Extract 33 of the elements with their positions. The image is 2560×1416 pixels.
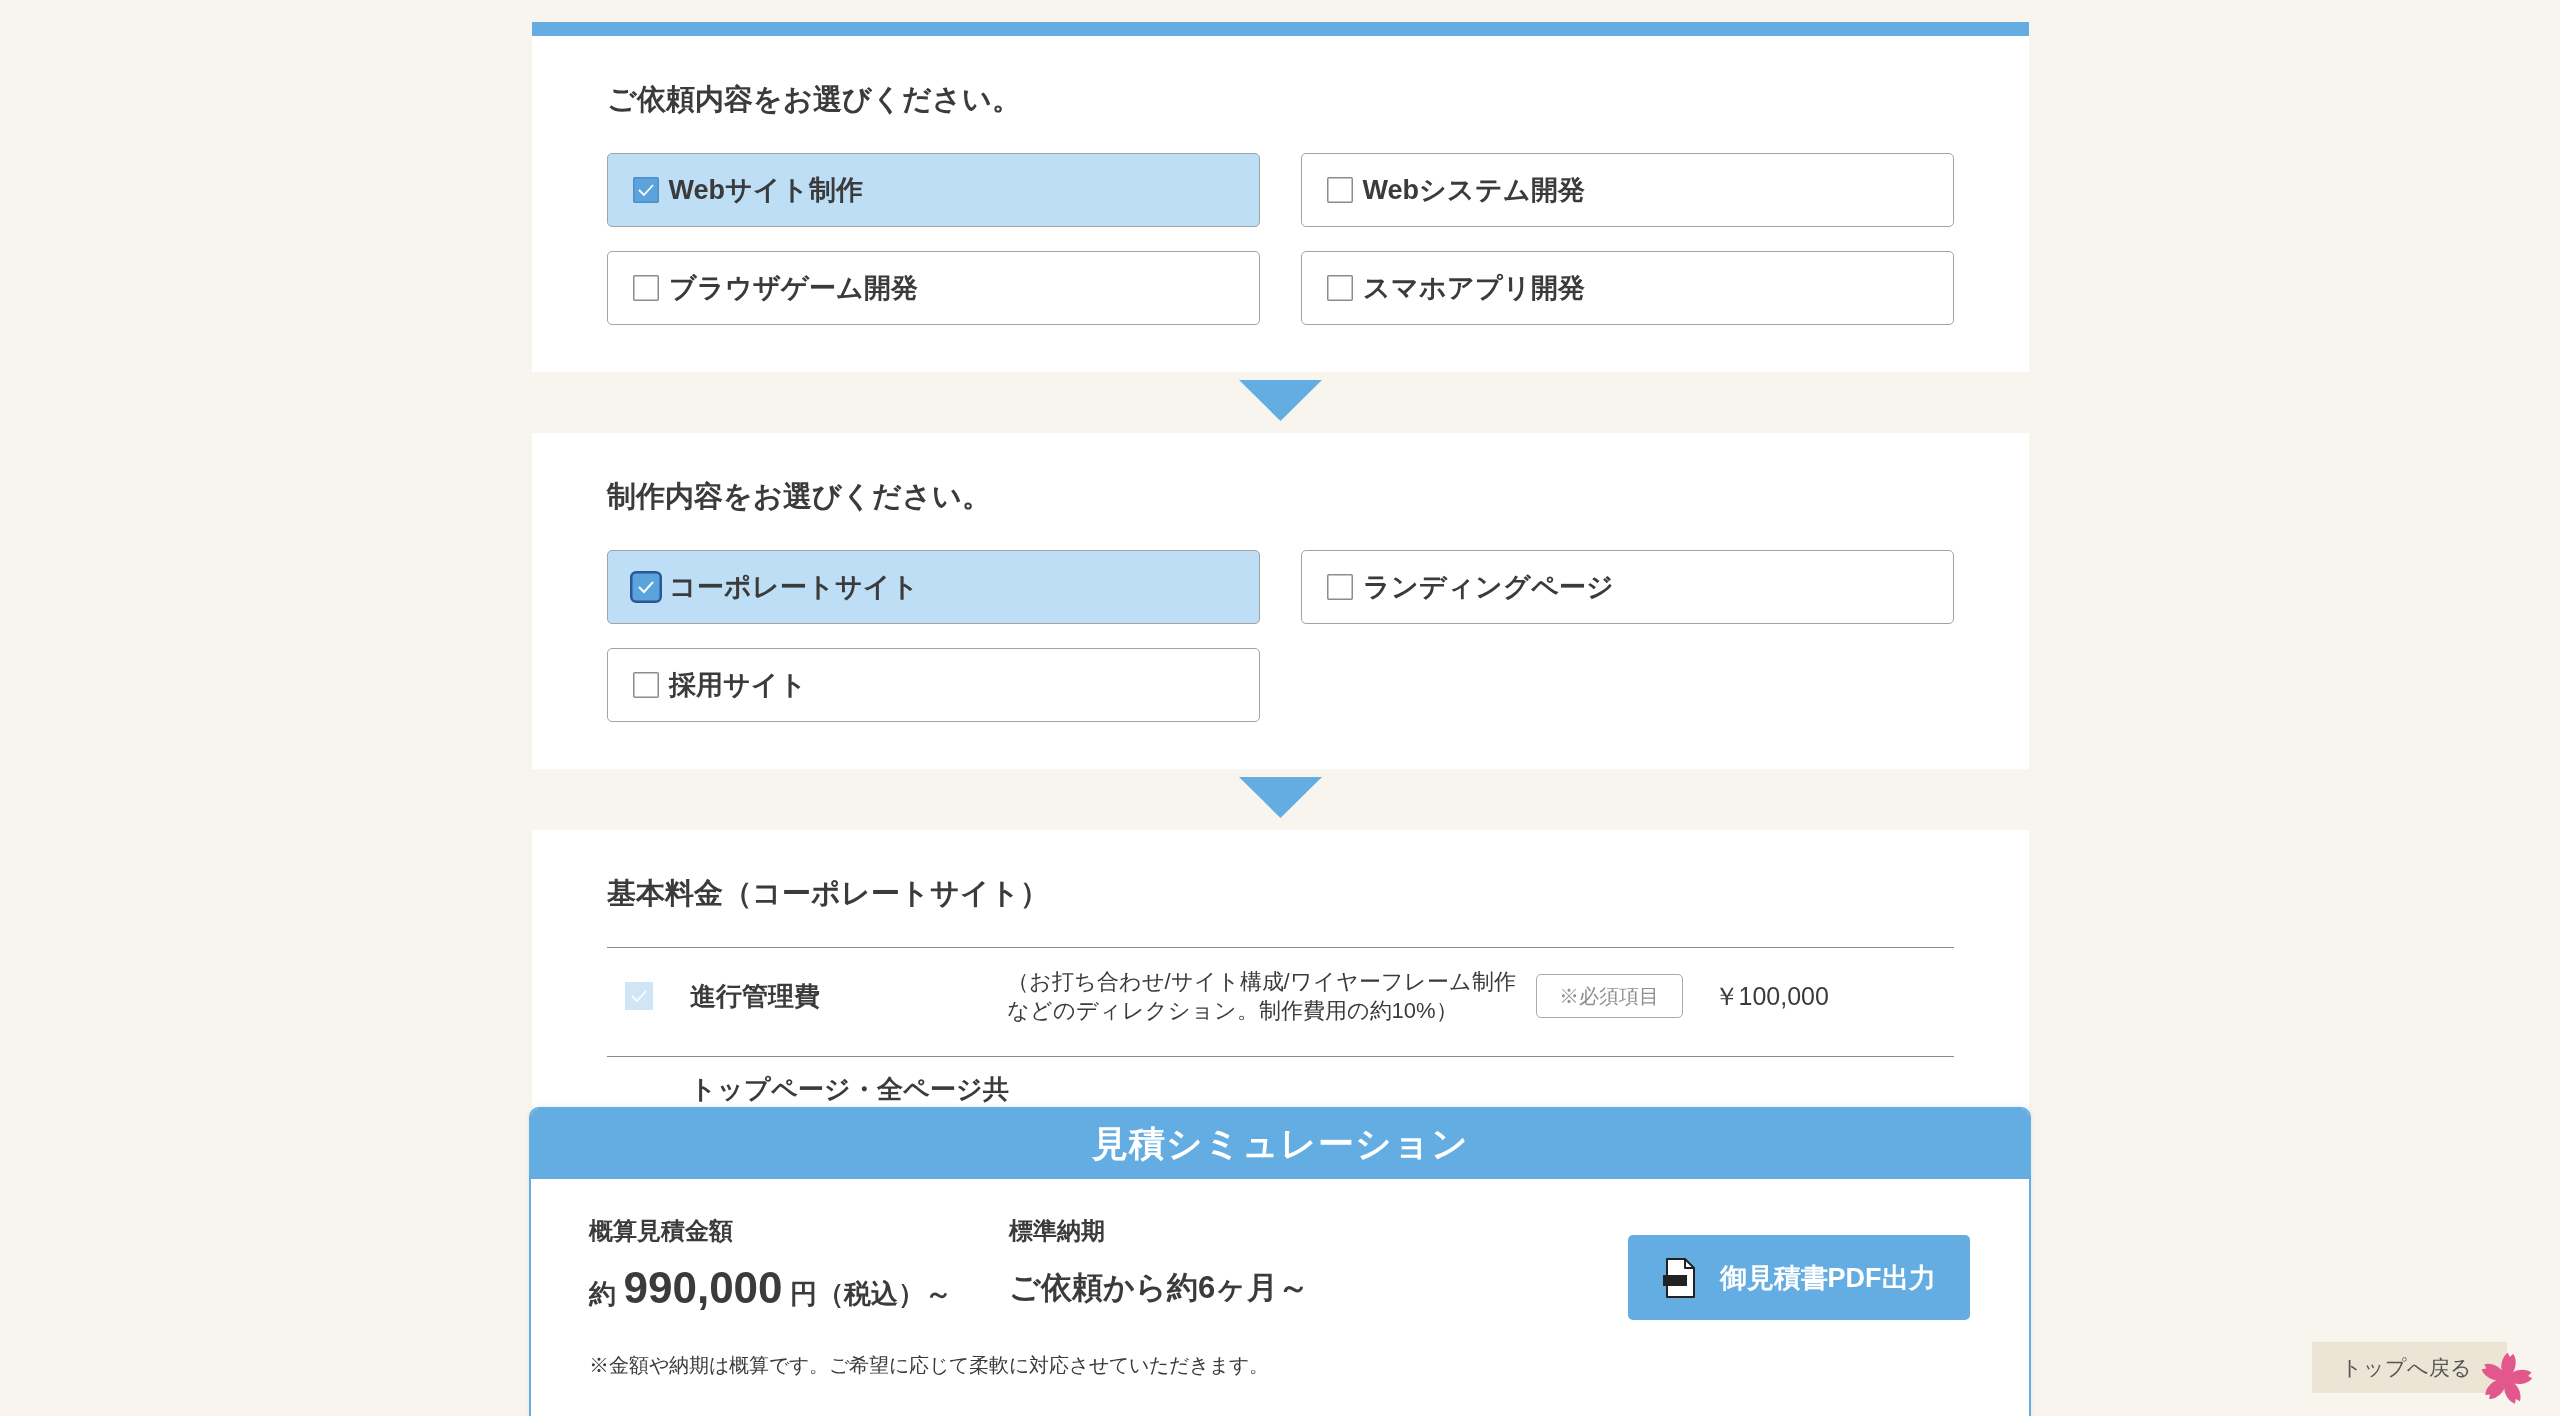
checkbox[interactable] [1326,275,1353,301]
section-heading: 基本料金（コーポレートサイト） [606,876,1050,911]
checkbox[interactable] [632,275,659,301]
estimate-label: 概算見積金額 [589,1216,734,1246]
delivery-value: ご依頼から約6ヶ月～ [1009,1269,1310,1307]
section-heading: ご依頼内容をお選びください。 [606,82,1022,117]
required-tag: ※必須項目 [1535,974,1683,1018]
checkbox[interactable] [1326,177,1353,203]
delivery-label: 標準納期 [1009,1216,1106,1246]
choice-option[interactable]: Webサイト制作 [606,153,1260,227]
estimate-title-bar: 見積シミュレーション [531,1109,2029,1179]
estimate-amount: 約 990,000 円（税込）～ [589,1262,954,1314]
checkbox[interactable] [629,571,662,603]
down-arrow-icon [1238,380,1322,421]
item-name: トップページ・全ページ共 [689,1076,1009,1102]
document-icon [1662,1257,1695,1298]
checkbox[interactable] [1326,574,1353,600]
checkbox[interactable] [632,177,659,203]
choice-option[interactable]: ランディングページ [1300,550,1954,624]
back-to-top-button[interactable]: トップへ戻る [2312,1342,2507,1393]
section-heading: 制作内容をお選びください。 [606,479,992,514]
item-description: （お打ち合わせ/サイト構成/ワイヤーフレーム制作などのディレクション。制作費用の約10%） [1006,968,1517,1025]
item-price: ￥100,000 [1713,980,1830,1012]
choice-option[interactable]: Webシステム開発 [1300,153,1954,227]
choice-option[interactable]: 採用サイト [606,648,1260,722]
checkbox[interactable] [632,672,659,698]
flower-icon [2479,1352,2533,1406]
choice-option[interactable]: コーポレートサイト [606,550,1260,624]
choice-option[interactable]: ブラウザゲーム開発 [606,251,1260,325]
item-name: 進行管理費 [689,983,820,1009]
estimate-note: ※金額や納期は概算です。ご希望に応じて柔軟に対応させていただきます。 [589,1353,1270,1378]
choice-option[interactable]: スマホアプリ開発 [1300,251,1954,325]
down-arrow-icon [1238,777,1322,818]
